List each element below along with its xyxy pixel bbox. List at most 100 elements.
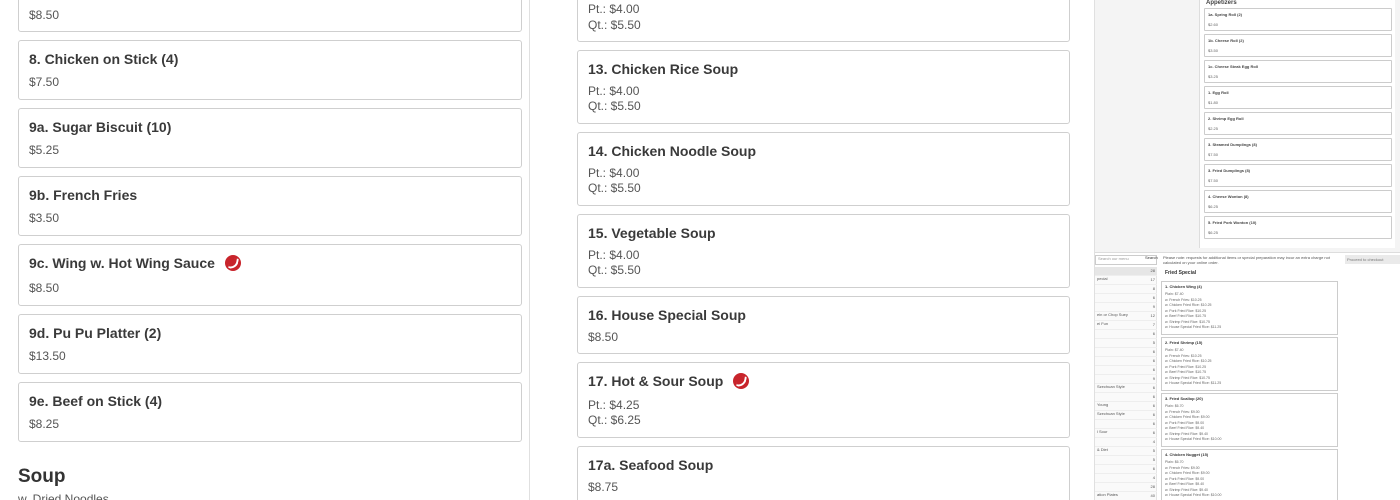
thumbnail-item[interactable]: 2. Shrimp Egg Roll $2.25	[1204, 112, 1392, 135]
item-name: 9c. Wing w. Hot Wing Sauce	[29, 255, 241, 271]
special-item-option: Plain: $7.40	[1165, 348, 1184, 352]
thumbnail-item[interactable]: 1c. Cheese Steak Egg Roll $3.25	[1204, 60, 1392, 83]
category-item[interactable]: 6	[1095, 393, 1157, 402]
category-item[interactable]: ation Plates 40	[1095, 492, 1157, 500]
special-item-option: w. Beef Fried Rice: $10.75	[1165, 314, 1207, 318]
special-item-card[interactable]: 1. Chicken Wing (4) Plain: $7.40 w. French…	[1161, 281, 1338, 335]
special-item-name: 1. Chicken Wing (4)	[1165, 284, 1202, 289]
thumbnail-item[interactable]: 1b. Cheese Roll (2) $3.50	[1204, 34, 1392, 57]
menu-item-card[interactable]: 17. Hot & Sour Soup Pt.: $4.25 Qt.: $6.2…	[577, 362, 1070, 438]
special-item-option: w. House Special Fried Rice: $10.00	[1165, 437, 1222, 441]
item-price: $13.50	[29, 349, 66, 363]
category-item[interactable]: 6	[1095, 420, 1157, 429]
category-count: 6	[1152, 421, 1155, 426]
item-price: $8.25	[29, 417, 60, 431]
category-item[interactable]: 6	[1095, 465, 1157, 474]
item-price-quart: Qt.: $5.50	[588, 263, 641, 277]
category-count: 6	[1152, 331, 1155, 336]
category-item[interactable]: 6	[1095, 348, 1157, 357]
special-item-card[interactable]: 3. Fried Scallop (20) Plain: $6.70 w. Fren…	[1161, 393, 1338, 447]
category-item[interactable]: 6	[1095, 366, 1157, 375]
menu-item-card[interactable]: 8. Chicken on Stick (4) $7.50	[18, 40, 522, 100]
category-label: ein or Chop Suey	[1097, 312, 1128, 317]
category-sidebar: 28 pecial 17 8 6 9 ein or Chop Suey 12 ei Fun 7 6 5…	[1095, 267, 1157, 500]
fried-special-thumbnail[interactable]: Search our menu Search Please note: requ…	[1095, 252, 1400, 500]
item-price: $8.75	[588, 480, 619, 494]
thumbnail-item-name: 1a. Spring Roll (2)	[1208, 12, 1243, 17]
item-price-quart: Qt.: $5.50	[588, 181, 641, 195]
thumbnail-item[interactable]: 4. Cheese Wonton (8) $6.25	[1204, 190, 1392, 213]
thumbnail-item-price: $7.50	[1208, 152, 1219, 157]
item-name: 17a. Seafood Soup	[588, 457, 714, 473]
checkout-button[interactable]: Proceed to checkout	[1345, 255, 1400, 264]
special-item-card[interactable]: 2. Fried Shrimp (15) Plain: $7.40 w. Frenc…	[1161, 337, 1338, 391]
special-item-card[interactable]: 4. Chicken Nugget (15) Plain: $6.70 w. Fre…	[1161, 449, 1338, 500]
special-item-option: w. Pork Fried Rice: $10.25	[1165, 364, 1207, 369]
category-item[interactable]: 9	[1095, 375, 1157, 384]
section-heading: Soup	[18, 466, 66, 487]
thumbnail-item-price: $2.25	[1208, 126, 1219, 131]
category-item[interactable]: 5	[1095, 339, 1157, 348]
item-name: 17. Hot & Sour Soup	[588, 373, 750, 389]
menu-item-card[interactable]: 9b. French Fries $3.50	[18, 176, 522, 236]
category-item[interactable]: pecial 17	[1095, 276, 1157, 285]
search-button[interactable]: Search	[1145, 255, 1158, 265]
category-heading: Fried Special	[1165, 270, 1197, 276]
category-count: 8	[1152, 286, 1155, 291]
category-item[interactable]: 6	[1095, 357, 1157, 366]
thumbnail-item-price: $3.50	[1208, 48, 1219, 53]
thumbnail-item[interactable]: 3. Fried Dumplings (8) $7.50	[1204, 164, 1392, 187]
category-item[interactable]: 4	[1095, 474, 1157, 483]
category-item[interactable]: 6	[1095, 294, 1157, 303]
thumbnail-item[interactable]: 5. Fried Pork Wonton (10) $6.25	[1204, 216, 1392, 239]
menu-item-card[interactable]: 9d. Pu Pu Platter (2) $13.50	[18, 314, 522, 374]
menu-item-card[interactable]: 9c. Wing w. Hot Wing Sauce $8.50	[18, 244, 522, 306]
menu-item-card[interactable]: Pt.: $4.00 Qt.: $5.50	[577, 0, 1070, 42]
thumbnail-item-price: $6.25	[1208, 204, 1219, 209]
category-item[interactable]: ein or Chop Suey 12	[1095, 312, 1157, 321]
menu-item-card[interactable]: $8.50	[18, 0, 522, 32]
category-count: 6	[1152, 295, 1155, 300]
special-item-option: w. House Special Fried Rice: $10.00	[1165, 493, 1222, 497]
thumbnail-item-name: 4. Cheese Wonton (8)	[1208, 194, 1249, 199]
category-label: Szechuan Style	[1097, 411, 1125, 416]
category-item[interactable]: ei Fun 7	[1095, 321, 1157, 330]
category-item[interactable]: 6	[1095, 330, 1157, 339]
item-name: 8. Chicken on Stick (4)	[29, 51, 179, 67]
item-price-pint: Pt.: $4.00	[588, 248, 640, 262]
thumbnail-item[interactable]: 1. Egg Roll $1.80	[1204, 86, 1392, 109]
category-item[interactable]: 28	[1095, 267, 1157, 276]
appetizers-thumbnail[interactable]: Appetizers 1a. Spring Roll (2) $2.60 1b. C…	[1199, 0, 1395, 248]
category-item[interactable]: 5	[1095, 456, 1157, 465]
special-item-option: w. Pork Fried Rice: $9.00	[1165, 476, 1205, 481]
thumbnail-item[interactable]: 1a. Spring Roll (2) $2.60	[1204, 8, 1392, 31]
thumbnail-item[interactable]: 3. Steamed Dumplings (8) $7.50	[1204, 138, 1392, 161]
thumbnail-item-name: 1c. Cheese Steak Egg Roll	[1208, 64, 1259, 69]
menu-item-card[interactable]: 14. Chicken Noodle Soup Pt.: $4.00 Qt.: …	[577, 132, 1070, 206]
category-item[interactable]: 28	[1095, 483, 1157, 492]
special-item-option: w. Chicken Fried Rice: $10.25	[1165, 303, 1212, 307]
menu-item-card[interactable]: 9e. Beef on Stick (4) $8.25	[18, 382, 522, 442]
special-item-option: w. French Fries: $9.00	[1165, 465, 1200, 470]
category-count: 6	[1152, 367, 1155, 372]
menu-item-card[interactable]: 16. House Special Soup $8.50	[577, 296, 1070, 354]
category-item[interactable]: 4	[1095, 438, 1157, 447]
thumbnail-item-name: 1b. Cheese Roll (2)	[1208, 38, 1244, 43]
special-item-name: 3. Fried Scallop (20)	[1165, 396, 1203, 401]
menu-item-card[interactable]: 9a. Sugar Biscuit (10) $5.25	[18, 108, 522, 168]
category-item[interactable]: & Diet 5	[1095, 447, 1157, 456]
category-item[interactable]: Young 6	[1095, 402, 1157, 411]
item-price-pint: Pt.: $4.00	[588, 84, 640, 98]
category-item[interactable]: Szechuan Style 6	[1095, 411, 1157, 420]
item-price: $8.50	[29, 8, 60, 22]
category-item[interactable]: l Sour 6	[1095, 429, 1157, 438]
category-item[interactable]: 9	[1095, 303, 1157, 312]
category-count: 6	[1152, 358, 1155, 363]
category-count: 9	[1152, 376, 1155, 381]
item-price: $7.50	[29, 75, 60, 89]
category-item[interactable]: Szechuan Style 6	[1095, 384, 1157, 393]
menu-item-card[interactable]: 15. Vegetable Soup Pt.: $4.00 Qt.: $5.50	[577, 214, 1070, 288]
menu-item-card[interactable]: 13. Chicken Rice Soup Pt.: $4.00 Qt.: $5…	[577, 50, 1070, 124]
category-item[interactable]: 8	[1095, 285, 1157, 294]
menu-item-card[interactable]: 17a. Seafood Soup $8.75	[577, 446, 1070, 500]
